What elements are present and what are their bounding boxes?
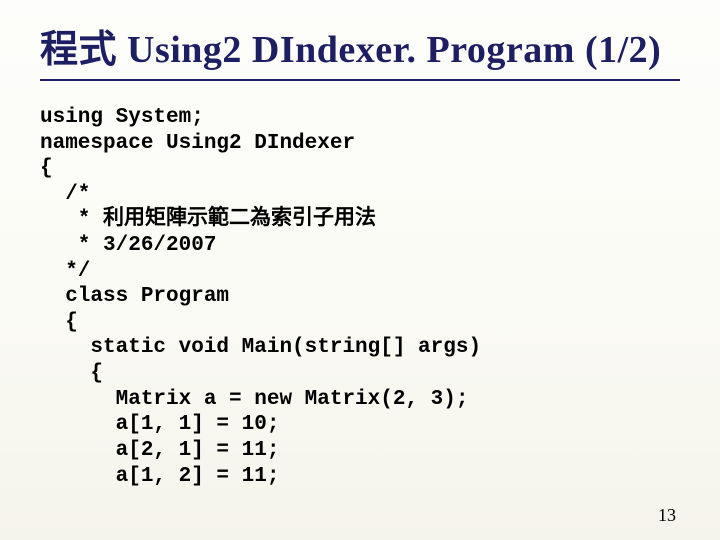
slide-title: 程式 Using2 DIndexer. Program (1/2) bbox=[40, 18, 680, 73]
code-block: using System; namespace Using2 DIndexer … bbox=[40, 105, 680, 489]
page-number: 13 bbox=[658, 505, 676, 526]
slide-container: 程式 Using2 DIndexer. Program (1/2) using … bbox=[0, 0, 720, 540]
title-underline bbox=[40, 79, 680, 81]
